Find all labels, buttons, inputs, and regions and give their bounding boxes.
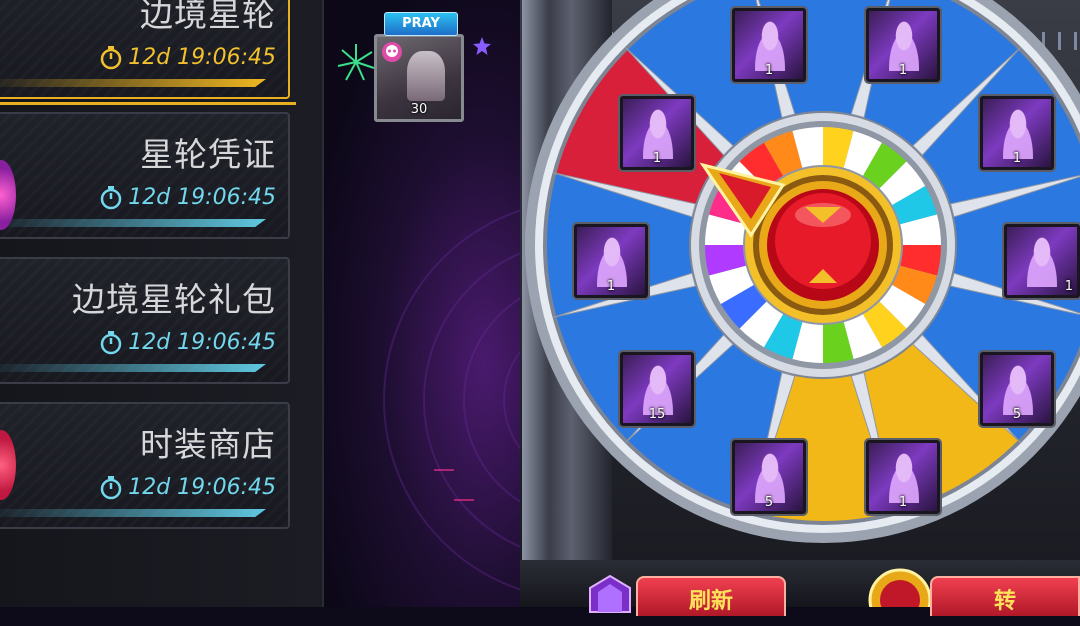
prize-count: 1 (1012, 151, 1022, 166)
progress-bar (0, 219, 266, 227)
event-timer-text: 12d 19:06:45 (128, 44, 276, 70)
event-timer: 12d 19:06:45 (98, 474, 276, 500)
prize-count: 1 (898, 495, 908, 510)
event-timer-text: 12d 19:06:45 (128, 329, 276, 355)
prize-count: 1 (898, 63, 908, 78)
prize-count: 15 (648, 407, 666, 422)
event-tab-fashion-shop[interactable]: 时装商店 12d 19:06:45 (0, 402, 290, 529)
event-timer-text: 12d 19:06:45 (128, 474, 276, 500)
wheel-prize-item[interactable]: 1 (866, 8, 940, 82)
wheel-prize-item[interactable]: 1 (980, 96, 1054, 170)
event-tab-title: 边境星轮礼包 (72, 280, 276, 319)
pray-reward-card[interactable]: 30 PRAY (374, 12, 466, 122)
prize-count: 1 (652, 151, 662, 166)
wheel-prize-item[interactable]: 1 (574, 224, 648, 298)
firework-icon (337, 44, 375, 81)
event-tab-starwheel-voucher[interactable]: 星轮凭证 12d 19:06:45 (0, 112, 290, 239)
character-portrait (407, 51, 445, 101)
wheel-prize-item[interactable]: 5 (980, 352, 1054, 426)
stopwatch-icon (100, 186, 122, 210)
wheel-prize-item[interactable]: 5 (732, 440, 806, 514)
event-timer-text: 12d 19:06:45 (128, 184, 276, 210)
wheel-prize-item[interactable]: 1 (866, 440, 940, 514)
prize-count: 5 (1012, 407, 1022, 422)
event-timer: 12d 19:06:45 (98, 329, 276, 355)
spin-button[interactable]: 转 (930, 576, 1080, 616)
refresh-button[interactable]: 刷新 (636, 576, 786, 616)
event-list-panel: 边境星轮 12d 19:06:45 星轮凭证 12d 19:06:45 边境星轮… (0, 0, 324, 607)
wheel-prize-item[interactable]: 15 (620, 352, 694, 426)
progress-bar (0, 509, 266, 517)
pray-banner: PRAY (384, 12, 458, 36)
stopwatch-icon (100, 46, 122, 70)
pray-item-count: 30 (410, 102, 428, 117)
wheel-prize-item[interactable]: 1 (732, 8, 806, 82)
event-tab-title: 边境星轮 (140, 0, 276, 34)
prize-count: 5 (764, 495, 774, 510)
prize-count: 1 (1064, 279, 1073, 294)
spin-token-icon (868, 568, 932, 607)
progress-bar (0, 79, 266, 87)
event-tab-frontier-starwheel[interactable]: 边境星轮 12d 19:06:45 (0, 0, 290, 99)
active-underline (0, 92, 296, 105)
gem-icon (589, 574, 631, 613)
event-timer: 12d 19:06:45 (98, 44, 276, 70)
skull-icon (382, 42, 402, 62)
stopwatch-icon (100, 476, 122, 500)
stopwatch-icon (100, 331, 122, 355)
event-timer: 12d 19:06:45 (98, 184, 276, 210)
progress-bar (0, 364, 266, 372)
event-tab-title: 星轮凭证 (140, 135, 276, 174)
event-tab-frontier-pack[interactable]: 边境星轮礼包 12d 19:06:45 (0, 257, 290, 384)
star-icon (473, 37, 491, 55)
prize-count: 1 (606, 279, 616, 294)
prize-count: 1 (764, 63, 774, 78)
wheel-prize-item[interactable]: 1 (620, 96, 694, 170)
pray-item-slot: 30 (374, 34, 464, 122)
wheel-prize-item[interactable]: 1 (1004, 224, 1080, 298)
event-tab-title: 时装商店 (140, 425, 276, 464)
